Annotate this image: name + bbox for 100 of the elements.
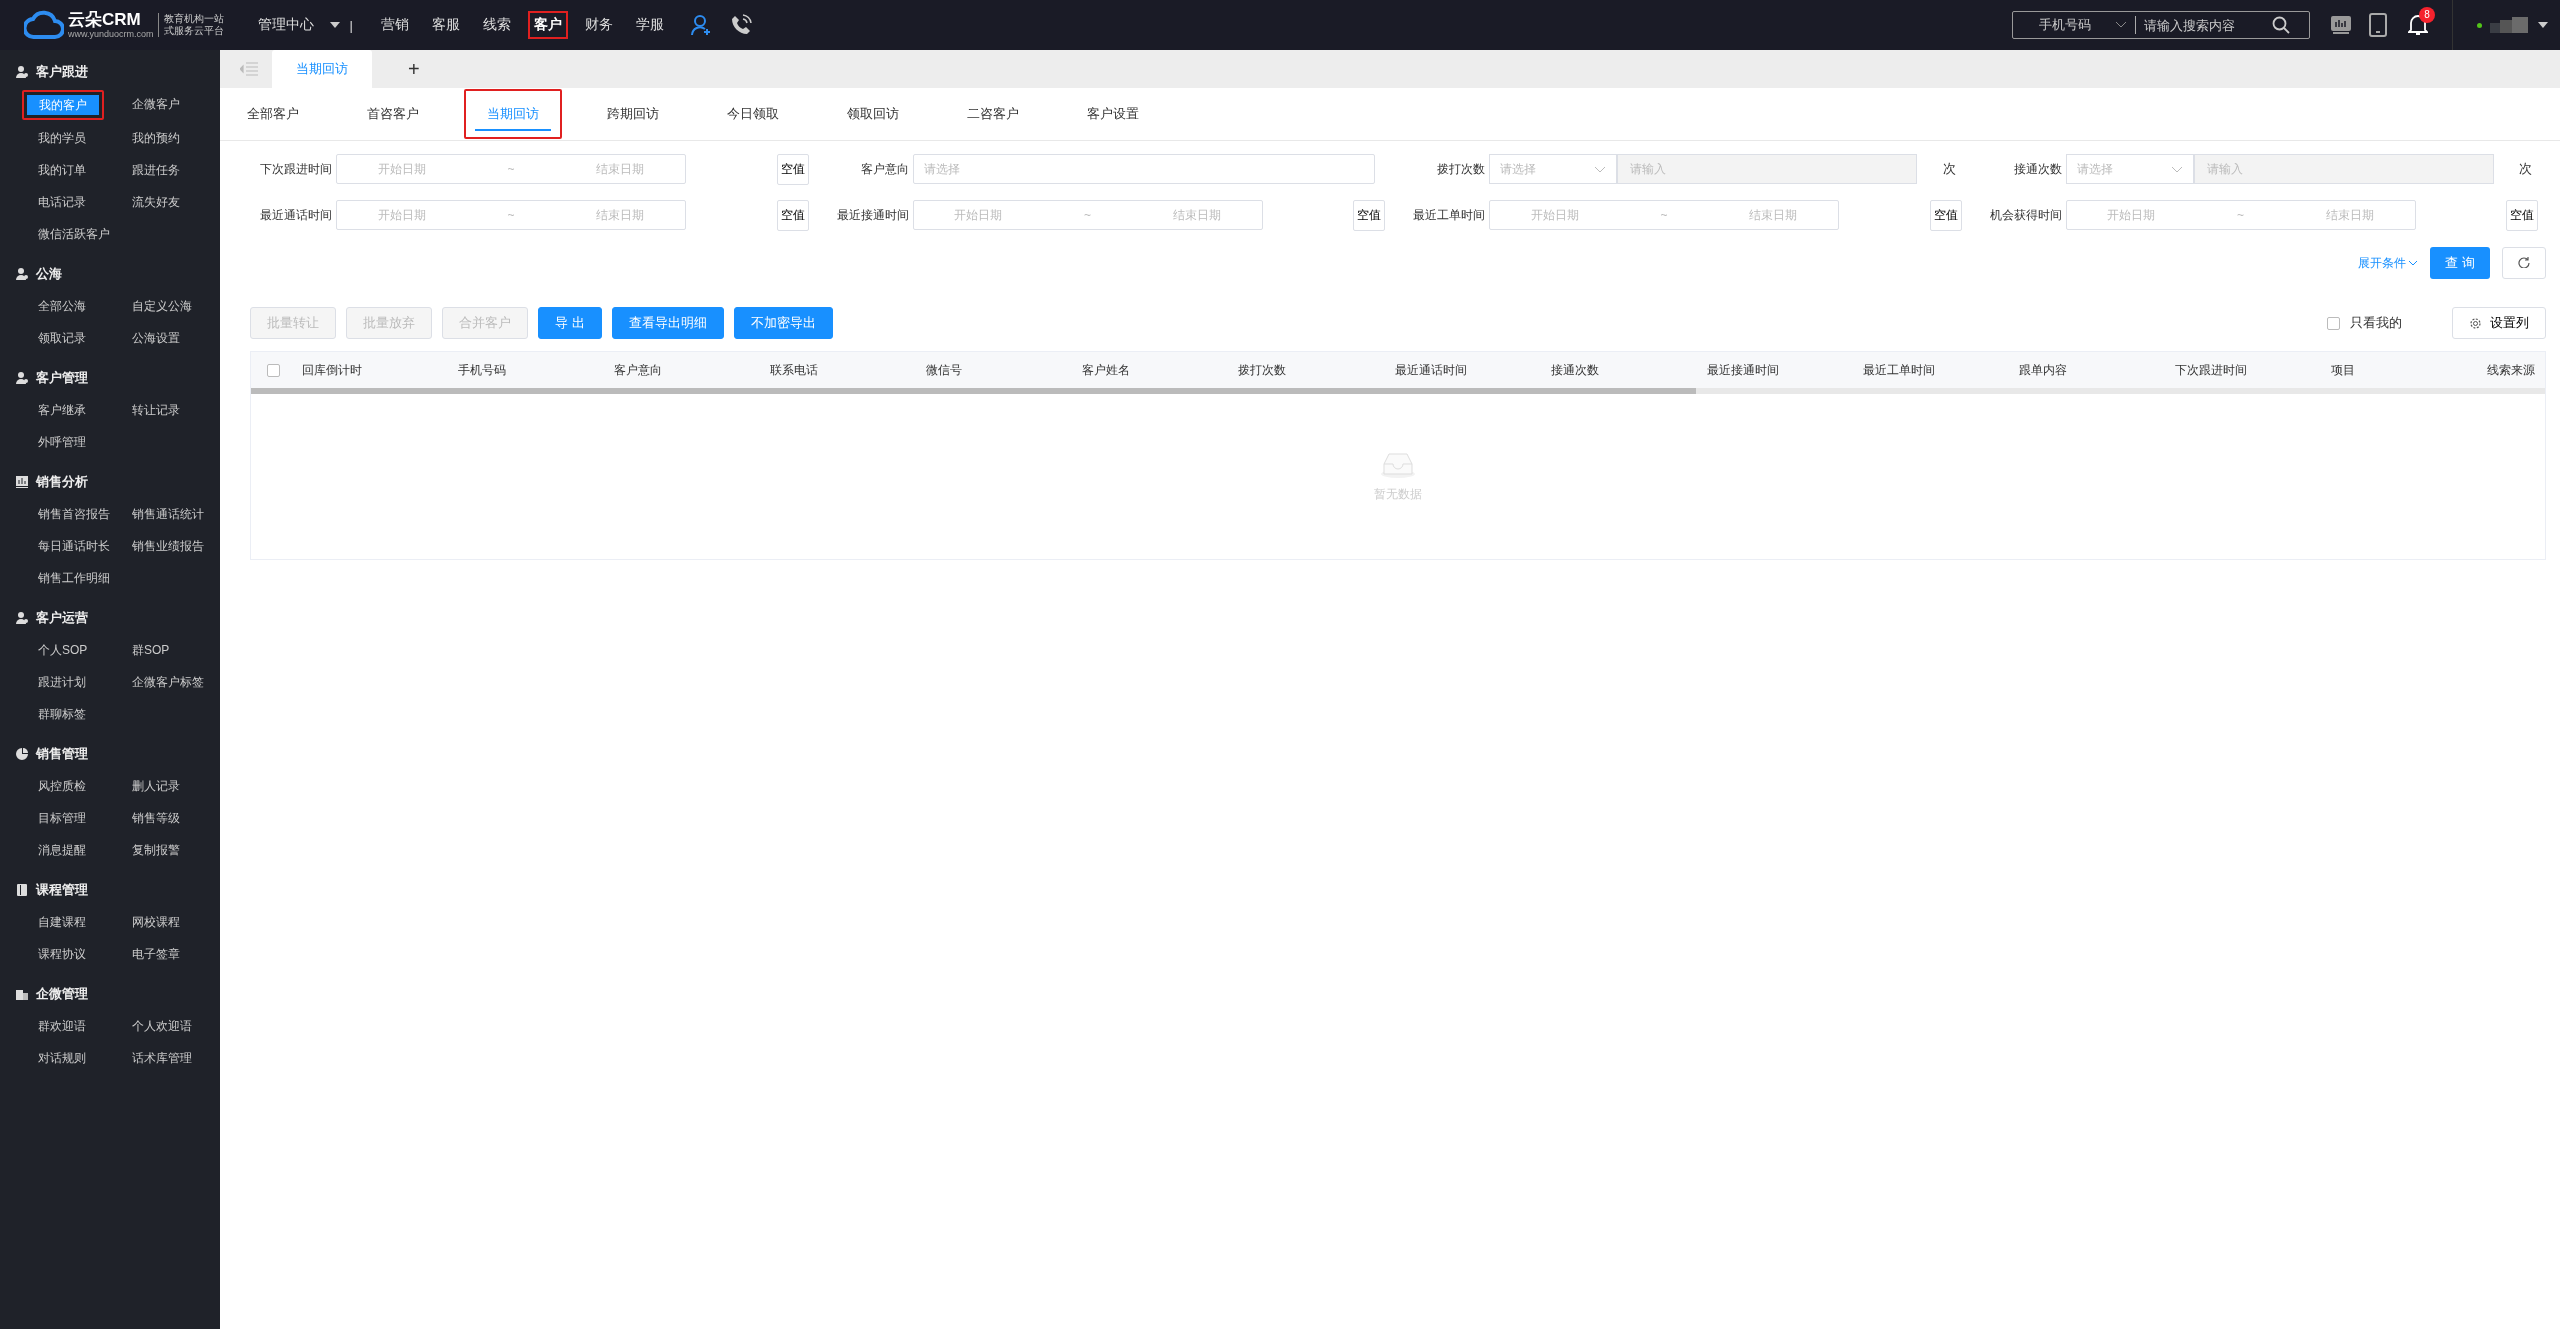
nav-divider: | bbox=[349, 17, 353, 33]
sidebar-item[interactable]: 自建课程 bbox=[22, 906, 102, 938]
user-icon bbox=[16, 268, 28, 280]
null-value-button[interactable]: 空值 bbox=[1929, 199, 1962, 231]
sidebar-item[interactable]: 复制报警 bbox=[116, 834, 196, 866]
sidebar-item[interactable]: 外呼管理 bbox=[22, 426, 102, 458]
scrollbar-thumb[interactable] bbox=[251, 388, 1697, 394]
notification-badge: 8 bbox=[2419, 7, 2435, 23]
sidebar-item[interactable]: 领取记录 bbox=[22, 322, 102, 354]
tab[interactable]: 领取回访 bbox=[824, 89, 922, 139]
caret-icon[interactable] bbox=[2538, 22, 2548, 28]
sidebar-item[interactable]: 目标管理 bbox=[22, 802, 102, 834]
null-value-button[interactable]: 空值 bbox=[2506, 199, 2538, 231]
tab[interactable]: 二咨客户 bbox=[944, 89, 1042, 139]
nav-item[interactable]: 客户 bbox=[527, 11, 568, 39]
sidebar-item[interactable]: 我的预约 bbox=[116, 122, 196, 154]
column-header: 联系电话 bbox=[770, 361, 820, 379]
sidebar-item[interactable]: 群聊标签 bbox=[22, 698, 102, 730]
sidebar-item[interactable]: 跟进计划 bbox=[22, 666, 102, 698]
tab[interactable]: 全部客户 bbox=[224, 89, 322, 139]
sidebar-item[interactable]: 话术库管理 bbox=[116, 1042, 208, 1074]
sidebar-item[interactable]: 我的学员 bbox=[22, 122, 102, 154]
sidebar-item[interactable]: 电子签章 bbox=[116, 938, 196, 970]
sidebar-item[interactable]: 个人SOP bbox=[22, 634, 104, 666]
nav-item[interactable]: 营销 bbox=[374, 11, 415, 39]
sidebar-item[interactable]: 销售等级 bbox=[116, 802, 196, 834]
end-date-placeholder: 结束日期 bbox=[596, 160, 645, 178]
add-user-icon[interactable] bbox=[689, 14, 712, 36]
end-date-placeholder: 结束日期 bbox=[1749, 206, 1798, 224]
building-icon bbox=[16, 988, 28, 1000]
sidebar-item[interactable]: 我的订单 bbox=[22, 154, 102, 186]
settings-icon bbox=[2469, 316, 2482, 330]
sidebar-item[interactable]: 流失好友 bbox=[116, 186, 196, 218]
null-value-button[interactable]: 空值 bbox=[776, 199, 809, 231]
filter-label: 拨打次数 bbox=[1436, 160, 1486, 178]
sidebar-item[interactable]: 全部公海 bbox=[22, 290, 102, 322]
add-tab-button[interactable]: + bbox=[402, 50, 426, 88]
chart-icon bbox=[16, 476, 28, 488]
sidebar-item[interactable]: 网校课程 bbox=[116, 906, 196, 938]
tablet-icon[interactable] bbox=[2369, 13, 2387, 37]
sidebar-group-title: 课程管理 bbox=[36, 881, 88, 899]
filter-label: 机会获得时间 bbox=[1988, 206, 2063, 224]
tab[interactable]: 首咨客户 bbox=[344, 89, 442, 139]
nav-item[interactable]: 客服 bbox=[425, 11, 466, 39]
chart-board-icon[interactable] bbox=[2331, 16, 2351, 34]
column-header: 手机号码 bbox=[458, 361, 508, 379]
null-value-button[interactable]: 空值 bbox=[1353, 199, 1385, 231]
sidebar-item[interactable]: 消息提醒 bbox=[22, 834, 102, 866]
checkbox-label: 只看我的 bbox=[2350, 314, 2402, 332]
range-separator: ~ bbox=[507, 162, 515, 176]
sidebar-item[interactable]: 课程协议 bbox=[22, 938, 102, 970]
empty-inbox-icon bbox=[1380, 450, 1416, 478]
sidebar-item[interactable]: 风控质检 bbox=[22, 770, 102, 802]
checkbox[interactable] bbox=[2327, 316, 2340, 330]
sidebar-item[interactable]: 企微客户 bbox=[116, 88, 196, 120]
search-box[interactable]: 手机号码 请输入搜索内容 bbox=[2012, 11, 2310, 39]
sidebar-item[interactable]: 电话记录 bbox=[22, 186, 102, 218]
sidebar-item[interactable]: 个人欢迎语 bbox=[116, 1010, 208, 1042]
filter-label: 最近接通时间 bbox=[835, 206, 910, 224]
start-date-placeholder: 开始日期 bbox=[1530, 206, 1579, 224]
sidebar-item[interactable]: 公海设置 bbox=[116, 322, 196, 354]
refresh-button[interactable] bbox=[2502, 247, 2546, 279]
nav-item[interactable]: 学服 bbox=[629, 11, 670, 39]
blurred-avatar-icon bbox=[2490, 17, 2530, 33]
horizontal-scrollbar[interactable] bbox=[251, 388, 2545, 394]
sidebar-item[interactable]: 客户继承 bbox=[22, 394, 102, 426]
nav-item[interactable]: 财务 bbox=[578, 11, 619, 39]
null-value-button[interactable]: 空值 bbox=[776, 153, 809, 185]
sidebar-item[interactable]: 对话规则 bbox=[22, 1042, 102, 1074]
column-header: 客户意向 bbox=[614, 361, 664, 379]
tab[interactable]: 跨期回访 bbox=[584, 89, 682, 139]
sidebar-item[interactable]: 删人记录 bbox=[116, 770, 196, 802]
logo-url: www.yunduocrm.com bbox=[68, 29, 154, 39]
search-field[interactable]: 请输入搜索内容 bbox=[2142, 16, 2266, 34]
sidebar-item[interactable]: 微信活跃客户 bbox=[22, 218, 126, 250]
sidebar-item[interactable]: 群欢迎语 bbox=[22, 1010, 102, 1042]
column-header: 微信号 bbox=[926, 361, 964, 379]
sidebar-item[interactable]: 群SOP bbox=[116, 634, 186, 666]
sidebar-item[interactable]: 转让记录 bbox=[116, 394, 196, 426]
sidebar-item[interactable]: 跟进任务 bbox=[116, 154, 196, 186]
filter-label: 接通次数 bbox=[2012, 160, 2063, 178]
sidebar-item[interactable]: 企微客户标签 bbox=[116, 666, 220, 698]
sidebar-group-title: 企微管理 bbox=[36, 985, 88, 1003]
user-icon bbox=[16, 66, 28, 78]
tab[interactable]: 客户设置 bbox=[1064, 89, 1162, 139]
column-header: 最近通话时间 bbox=[1394, 361, 1468, 379]
chevron-down-icon bbox=[2170, 165, 2183, 173]
sidebar-item[interactable]: 自定义公海 bbox=[116, 290, 208, 322]
refresh-icon bbox=[2518, 255, 2530, 268]
column-settings-button[interactable]: 设置列 bbox=[2452, 307, 2546, 339]
tab[interactable]: 今日领取 bbox=[704, 89, 802, 139]
select-field[interactable]: 请选择 bbox=[912, 154, 1375, 184]
column-header: 最近工单时间 bbox=[1862, 361, 1936, 379]
search-icon[interactable] bbox=[2272, 16, 2290, 34]
menu-dropdown[interactable]: 管理中心 bbox=[257, 16, 340, 34]
select-all-checkbox[interactable] bbox=[267, 363, 280, 377]
search-type-select[interactable]: 手机号码 bbox=[2021, 16, 2136, 34]
nav-item[interactable]: 线索 bbox=[476, 11, 517, 39]
sidebar-item[interactable]: 销售工作明细 bbox=[22, 562, 126, 594]
phone-icon[interactable] bbox=[729, 14, 752, 36]
